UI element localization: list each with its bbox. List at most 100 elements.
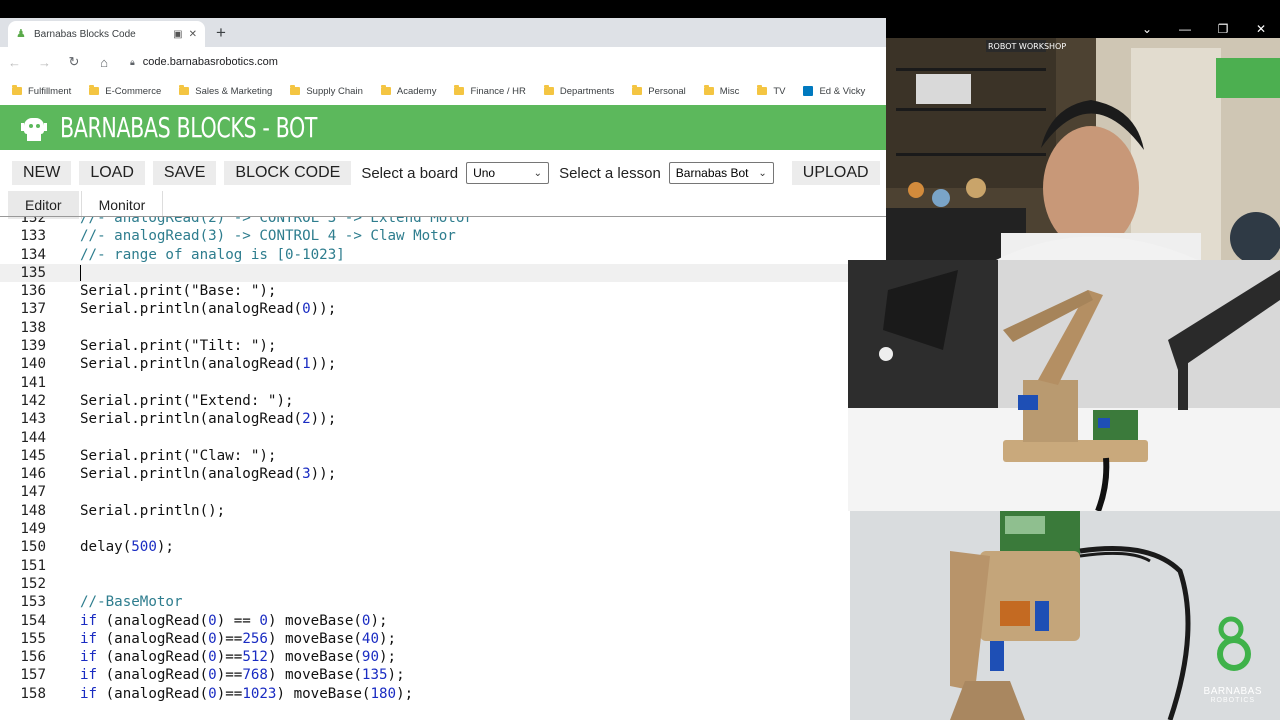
code-text: Serial.print("Tilt: "); <box>80 338 277 355</box>
line-number: 141 <box>20 374 46 391</box>
folder-icon <box>454 85 465 95</box>
forward-icon[interactable]: → <box>38 55 51 70</box>
minimize-icon[interactable]: — <box>1166 22 1204 36</box>
code-line[interactable]: 158 if (analogRead(0)==1023) moveBase(180… <box>0 685 886 703</box>
code-line[interactable]: 144 <box>0 429 886 447</box>
code-line[interactable]: 132 //- analogRead(2) -> CONTROL 3 -> Ext… <box>0 216 886 227</box>
bookmark-item[interactable]: TV <box>757 85 785 97</box>
code-line[interactable]: 143 Serial.println(analogRead(2)); <box>0 410 886 428</box>
code-text: //- analogRead(2) -> CONTROL 3 -> Extend… <box>80 216 473 226</box>
code-line[interactable]: 135 <box>0 263 886 283</box>
load-button[interactable]: LOAD <box>79 161 145 185</box>
line-number: 133 <box>20 228 46 245</box>
save-button[interactable]: SAVE <box>152 161 217 185</box>
code-line[interactable]: 139 Serial.print("Tilt: "); <box>0 337 886 355</box>
folder-icon <box>12 85 22 95</box>
new-tab-icon[interactable]: + <box>216 23 226 43</box>
code-line[interactable]: 141 <box>0 374 886 392</box>
bookmark-label: Supply Chain <box>306 85 363 97</box>
block-code-button[interactable]: BLOCK CODE <box>224 161 352 185</box>
bookmark-item[interactable]: Misc <box>703 85 739 97</box>
app-header: BARNABAS BLOCKS - BOT <box>0 105 886 150</box>
back-icon[interactable]: ← <box>8 55 21 70</box>
line-number: 156 <box>20 649 46 666</box>
code-line[interactable]: 145 Serial.print("Claw: "); <box>0 447 886 465</box>
new-button[interactable]: NEW <box>12 161 72 185</box>
code-line[interactable]: 155 if (analogRead(0)==256) moveBase(40); <box>0 630 886 648</box>
bookmark-item[interactable]: Ed & Vicky <box>803 86 865 97</box>
bookmark-item[interactable]: Academy <box>380 85 437 97</box>
code-line[interactable]: 148 Serial.println(); <box>0 502 886 520</box>
bookmark-item[interactable]: Sales & Marketing <box>179 85 272 97</box>
code-line[interactable]: 134 //- range of analog is [0-1023] <box>0 246 886 264</box>
close-tab-icon[interactable]: ✕ <box>189 29 197 40</box>
code-line[interactable]: 149 <box>0 520 886 538</box>
address-bar[interactable]: 🔒︎ code.barnabasrobotics.com <box>130 56 278 68</box>
browser-window: ♟ Barnabas Blocks Code ▣ ✕ + ← → ↻ ⌂ 🔒︎ … <box>0 18 886 720</box>
bookmark-item[interactable]: Finance / HR <box>454 85 526 97</box>
line-number: 149 <box>20 521 46 538</box>
reload-icon[interactable]: ↻ <box>68 54 80 70</box>
code-line[interactable]: 151 <box>0 557 886 575</box>
trello-icon <box>803 86 814 96</box>
line-number: 147 <box>20 484 46 501</box>
code-line[interactable]: 154 if (analogRead(0) == 0) moveBase(0); <box>0 612 886 630</box>
bookmark-item[interactable]: Departments <box>543 85 614 97</box>
bookmark-label: Ed & Vicky <box>819 85 866 97</box>
code-line[interactable]: 147 <box>0 483 886 501</box>
line-number: 148 <box>20 502 46 519</box>
board-label: Select a board <box>361 164 459 182</box>
controls-bar: NEW LOAD SAVE BLOCK CODE Select a board … <box>0 157 886 189</box>
code-editor[interactable]: 132 //- analogRead(2) -> CONTROL 3 -> Ext… <box>0 216 886 720</box>
media-icon[interactable]: ▣ <box>173 29 182 40</box>
code-text: if (analogRead(0) == 0) moveBase(0); <box>80 612 388 629</box>
code-line[interactable]: 133 //- analogRead(3) -> CONTROL 4 -> Cla… <box>0 227 886 245</box>
line-number: 132 <box>20 216 46 226</box>
folder-icon <box>290 85 301 95</box>
code-line[interactable]: 138 <box>0 319 886 337</box>
robot-logo-icon <box>18 114 50 142</box>
line-number: 134 <box>20 246 46 263</box>
text-cursor <box>80 264 81 281</box>
code-line[interactable]: 152 <box>0 575 886 593</box>
code-line[interactable]: 137 Serial.println(analogRead(0)); <box>0 300 886 318</box>
bookmark-item[interactable]: Fulfillment <box>12 85 71 97</box>
bookmark-label: Academy <box>396 85 437 97</box>
code-line[interactable]: 150 delay(500); <box>0 538 886 556</box>
line-number: 157 <box>20 667 46 684</box>
restore-icon[interactable]: ❐ <box>1204 22 1242 36</box>
chevron-down-icon[interactable]: ⌄ <box>1128 22 1166 36</box>
bookmark-item[interactable]: Personal <box>632 85 686 97</box>
poster-text: ROBOT WORKSHOP <box>988 42 1066 51</box>
tab-editor[interactable]: Editor <box>8 191 79 219</box>
home-icon[interactable]: ⌂ <box>98 55 110 70</box>
line-number: 146 <box>20 466 46 483</box>
code-line[interactable]: 140 Serial.println(analogRead(1)); <box>0 355 886 373</box>
tab-title: Barnabas Blocks Code <box>34 28 136 40</box>
line-number: 135 <box>20 264 46 281</box>
browser-tab[interactable]: ♟ Barnabas Blocks Code ▣ ✕ <box>8 21 205 47</box>
code-text: Serial.print("Extend: "); <box>80 392 294 409</box>
bookmark-item[interactable]: Supply Chain <box>290 85 363 97</box>
bookmark-item[interactable]: E-Commerce <box>89 85 161 97</box>
lesson-select[interactable]: Barnabas Bot ⌄ <box>668 162 774 184</box>
line-number: 143 <box>20 411 46 428</box>
code-line[interactable]: 157 if (analogRead(0)==768) moveBase(135)… <box>0 666 886 684</box>
upload-button[interactable]: UPLOAD <box>791 161 880 185</box>
code-line[interactable]: 156 if (analogRead(0)==512) moveBase(90); <box>0 648 886 666</box>
app-title: BARNABAS BLOCKS - BOT <box>60 111 317 144</box>
line-number: 150 <box>20 539 46 556</box>
code-line[interactable]: 142 Serial.print("Extend: "); <box>0 392 886 410</box>
code-line[interactable]: 146 Serial.println(analogRead(3)); <box>0 465 886 483</box>
folder-icon <box>632 85 643 95</box>
line-number: 142 <box>20 392 46 409</box>
close-icon[interactable]: ✕ <box>1242 22 1280 36</box>
lesson-label: Select a lesson <box>559 164 661 182</box>
code-line[interactable]: 136 Serial.print("Base: "); <box>0 282 886 300</box>
board-select[interactable]: Uno ⌄ <box>466 162 550 184</box>
editor-tabs: Editor Monitor <box>0 189 886 219</box>
tab-monitor[interactable]: Monitor <box>80 191 164 219</box>
line-number: 155 <box>20 630 46 647</box>
code-line[interactable]: 153 //-BaseMotor <box>0 593 886 611</box>
presenter-camera: ROBOT WORKSHOP <box>886 38 1280 260</box>
